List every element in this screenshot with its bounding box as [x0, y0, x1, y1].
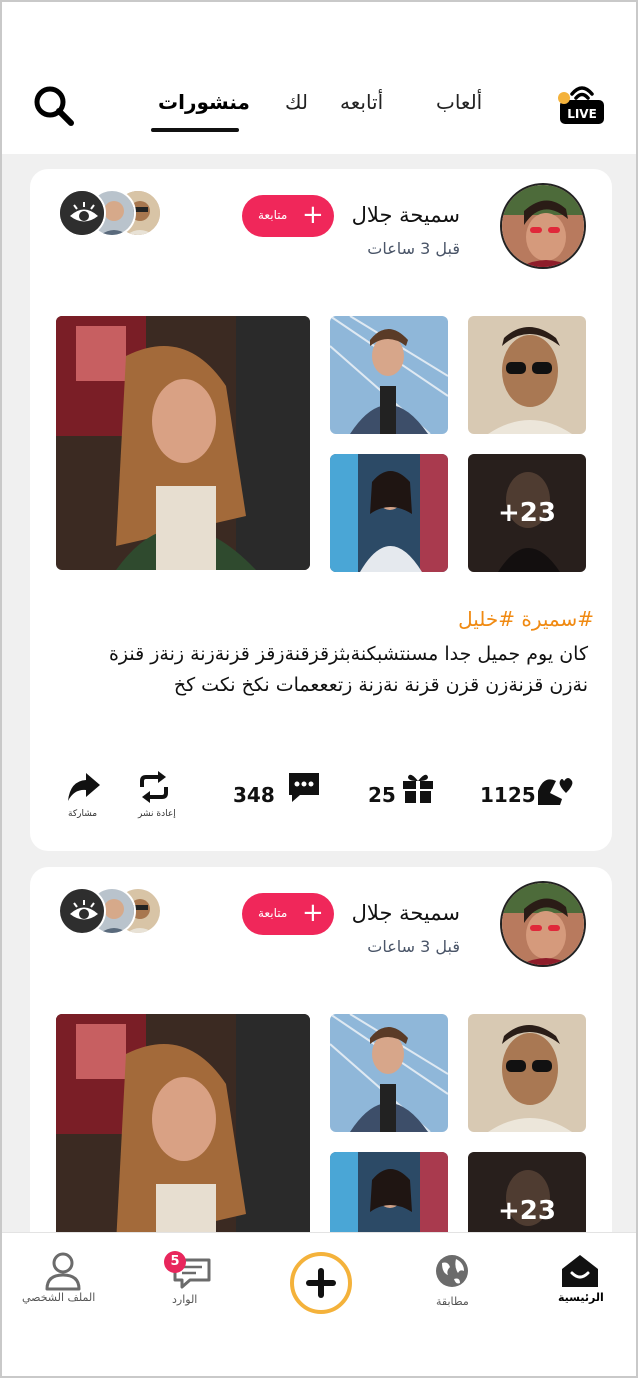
- post-photo[interactable]: [330, 1152, 448, 1232]
- tab-games[interactable]: ألعاب: [436, 90, 482, 114]
- author-name[interactable]: سميحة جلال: [352, 901, 460, 925]
- author-avatar[interactable]: [500, 183, 586, 269]
- app-frame: منشورات لك أتابعه ألعاب LIVE سميحة جلال …: [0, 0, 638, 1378]
- like-hand-heart-icon: [538, 778, 573, 805]
- post-photo-main[interactable]: [56, 1014, 310, 1232]
- nav-profile-label[interactable]: الملف الشخصي: [22, 1291, 95, 1304]
- more-photos-tile[interactable]: +23: [468, 1152, 586, 1232]
- more-photos-tile[interactable]: +23: [468, 454, 586, 572]
- home-icon: [562, 1255, 598, 1287]
- search-icon[interactable]: [32, 84, 76, 128]
- viewers-avatars[interactable]: [56, 885, 166, 937]
- top-header: منشورات لك أتابعه ألعاب LIVE: [2, 2, 636, 154]
- likes-count: 1125: [480, 783, 536, 807]
- gifts-count: 25: [368, 783, 396, 807]
- eye-icon: [58, 887, 106, 935]
- post-hashtags[interactable]: #سميرة #خليل: [458, 607, 594, 631]
- nav-home-label[interactable]: الرئيسية: [558, 1291, 604, 1304]
- nav-inbox-label[interactable]: الوارد: [172, 1293, 197, 1306]
- repost-label: إعادة نشر: [138, 809, 176, 819]
- bottom-navigation: الرئيسية مطابقة 5 الوارد الملف الشخصي: [2, 1232, 636, 1376]
- live-broadcast-icon[interactable]: LIVE: [558, 80, 606, 126]
- follow-label: متابعة: [258, 906, 288, 920]
- gift-icon: [403, 774, 433, 803]
- comments-count: 348: [233, 783, 275, 807]
- like-button[interactable]: [534, 769, 576, 813]
- post-photo[interactable]: [330, 1014, 448, 1132]
- post-feed: سميحة جلال قبل 3 ساعات متابعة + +23 #سمي…: [2, 154, 636, 1232]
- post-card: سميحة جلال قبل 3 ساعات متابعة +: [30, 169, 612, 851]
- comment-icon: [289, 773, 319, 802]
- globe-icon: [436, 1255, 468, 1287]
- share-button[interactable]: مشاركة: [66, 769, 102, 819]
- plus-icon: +: [302, 898, 324, 928]
- nav-home[interactable]: [558, 1251, 602, 1295]
- comment-button[interactable]: [286, 769, 322, 809]
- nav-match[interactable]: [434, 1253, 472, 1291]
- tab-following[interactable]: أتابعه: [340, 90, 383, 114]
- plus-icon: [306, 1268, 336, 1298]
- post-photo[interactable]: [330, 316, 448, 434]
- post-photo[interactable]: [330, 454, 448, 572]
- user-icon: [45, 1252, 81, 1291]
- post-time: قبل 3 ساعات: [367, 239, 460, 258]
- viewers-avatars[interactable]: [56, 187, 166, 239]
- tab-posts[interactable]: منشورات: [158, 90, 250, 114]
- follow-label: متابعة: [258, 208, 288, 222]
- post-photo[interactable]: [468, 1014, 586, 1132]
- post-photo[interactable]: [468, 316, 586, 434]
- more-photos-count: +23: [498, 1196, 556, 1226]
- plus-icon: +: [302, 200, 324, 230]
- post-actions: 1125 25 348 إعادة نشر مشاركة: [30, 769, 612, 829]
- post-card: سميحة جلال قبل 3 ساعات متابعة +: [30, 867, 612, 1232]
- post-text: كان يوم جميل جدا مسنتشبكنةبثزقزقنةزقز قز…: [108, 643, 588, 696]
- create-post-button[interactable]: [290, 1252, 352, 1314]
- nav-match-label[interactable]: مطابقة: [436, 1295, 469, 1308]
- follow-button[interactable]: متابعة +: [242, 195, 334, 237]
- repost-button[interactable]: إعادة نشر: [136, 769, 176, 819]
- more-photos-count: +23: [498, 498, 556, 528]
- inbox-badge: 5: [164, 1251, 186, 1273]
- author-name[interactable]: سميحة جلال: [352, 203, 460, 227]
- live-label: LIVE: [567, 107, 597, 121]
- eye-icon: [58, 189, 106, 237]
- share-label: مشاركة: [68, 809, 98, 819]
- active-tab-indicator: [151, 128, 239, 132]
- nav-profile[interactable]: [44, 1251, 82, 1291]
- tab-for-you[interactable]: لك: [285, 90, 308, 114]
- author-avatar[interactable]: [500, 881, 586, 967]
- share-arrow-icon: [68, 773, 100, 801]
- gift-button[interactable]: [400, 769, 436, 809]
- post-time: قبل 3 ساعات: [367, 937, 460, 956]
- post-photo-main[interactable]: [56, 316, 310, 570]
- repost-icon: [140, 771, 168, 803]
- follow-button[interactable]: متابعة +: [242, 893, 334, 935]
